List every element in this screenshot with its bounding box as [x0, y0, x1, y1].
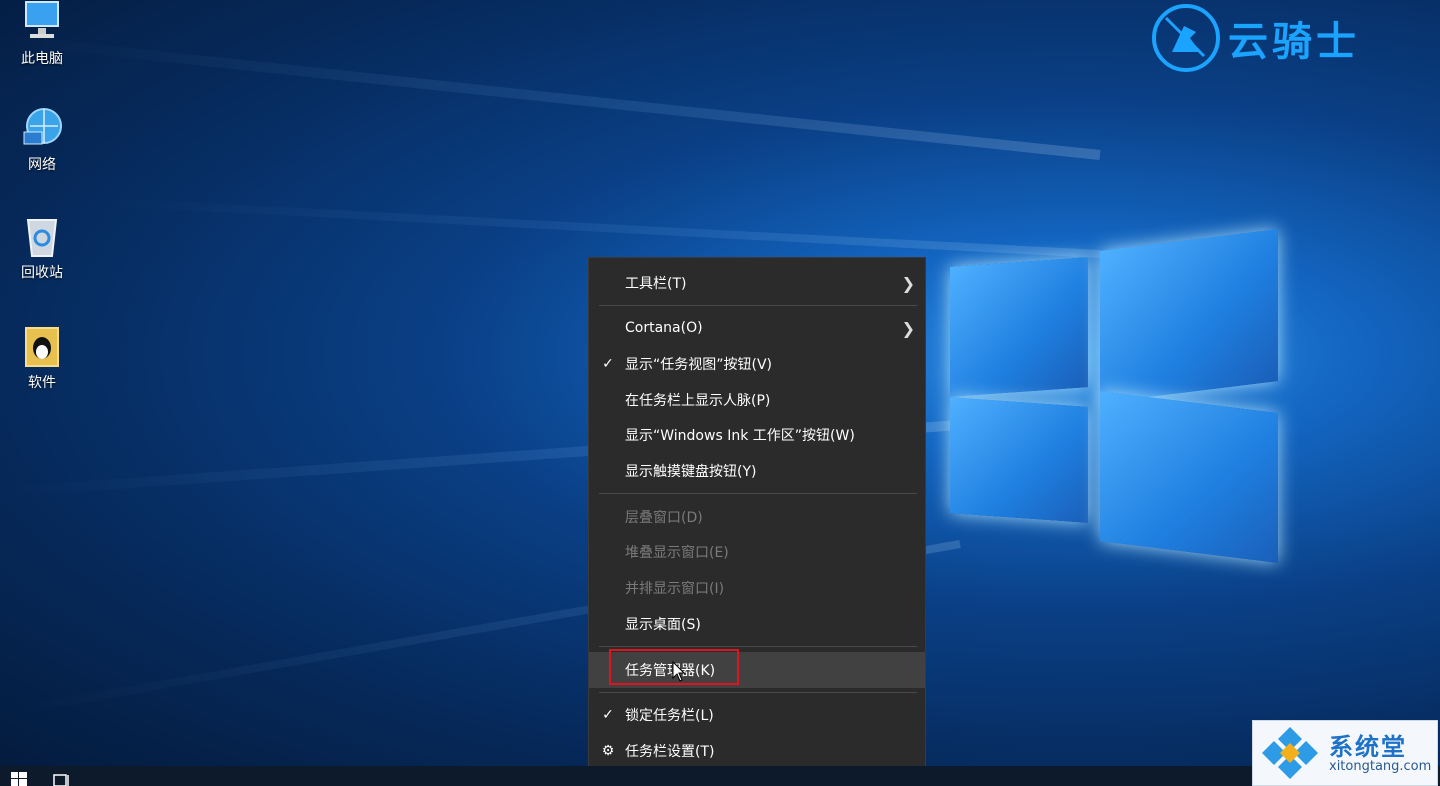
menu-item-label: 锁定任务栏(L): [625, 708, 714, 724]
checkmark-icon: ✓: [602, 356, 614, 372]
desktop-icon-recycle-bin[interactable]: 回收站: [7, 214, 77, 282]
menu-separator: [599, 305, 917, 306]
knight-logo-icon: [1152, 4, 1220, 72]
site-watermark: 系统堂 xitongtang.com: [1252, 720, 1438, 786]
menu-item-side-by-side-windows: 并排显示窗口(I): [589, 571, 925, 605]
light-ray: [5, 35, 1101, 160]
menu-item-label: 层叠窗口(D): [625, 510, 703, 526]
software-folder-icon: [20, 324, 64, 368]
task-view-icon[interactable]: [52, 772, 70, 786]
menu-item-label: 在任务栏上显示人脉(P): [625, 393, 771, 409]
menu-item-label: 显示桌面(S): [625, 617, 701, 633]
menu-item-show-touch-keyboard[interactable]: 显示触摸键盘按钮(Y): [589, 454, 925, 488]
menu-separator: [599, 493, 917, 494]
desktop-icon-network[interactable]: 网络: [7, 106, 77, 174]
watermark-url: xitongtang.com: [1329, 759, 1432, 774]
recycle-bin-icon: [20, 214, 64, 258]
menu-item-show-windows-ink[interactable]: 显示“Windows Ink 工作区”按钮(W): [589, 418, 925, 452]
windows-logo-pane: [950, 257, 1088, 397]
taskbar-context-menu: 工具栏(T) ❯ Cortana(O) ❯ ✓ 显示“任务视图”按钮(V) 在任…: [588, 257, 926, 774]
chevron-right-icon: ❯: [901, 273, 915, 293]
menu-item-lock-taskbar[interactable]: ✓ 锁定任务栏(L): [589, 698, 925, 732]
menu-item-label: Cortana(O): [625, 320, 703, 336]
checkmark-icon: ✓: [602, 707, 614, 723]
menu-item-label: 显示“Windows Ink 工作区”按钮(W): [625, 428, 855, 444]
network-globe-icon: [20, 106, 64, 150]
desktop-icon-this-pc[interactable]: 此电脑: [7, 0, 77, 68]
desktop-icon-label: 回收站: [21, 265, 63, 281]
diamond-logo-icon: [1262, 727, 1318, 779]
menu-item-label: 任务栏设置(T): [625, 744, 715, 760]
desktop-icon-software[interactable]: 软件: [7, 324, 77, 392]
desktop-icon-label: 网络: [28, 157, 56, 173]
menu-item-show-people[interactable]: 在任务栏上显示人脉(P): [589, 383, 925, 417]
brand-name: 云骑士: [1228, 19, 1360, 65]
menu-item-label: 堆叠显示窗口(E): [625, 545, 729, 561]
brand-logo: 云骑士: [1152, 2, 1360, 74]
taskbar: [0, 766, 1440, 786]
watermark-name: 系统堂: [1329, 733, 1407, 761]
desktop-icon-label: 软件: [28, 375, 56, 391]
menu-separator: [599, 692, 917, 693]
menu-separator: [599, 646, 917, 647]
menu-item-taskbar-settings[interactable]: ⚙ 任务栏设置(T): [589, 734, 925, 768]
menu-item-label: 工具栏(T): [625, 276, 687, 292]
windows-logo-pane: [1100, 229, 1278, 403]
menu-item-show-task-view[interactable]: ✓ 显示“任务视图”按钮(V): [589, 347, 925, 381]
desktop-icon-label: 此电脑: [21, 51, 63, 67]
menu-item-cortana[interactable]: Cortana(O) ❯: [589, 311, 925, 345]
menu-item-stack-windows: 堆叠显示窗口(E): [589, 535, 925, 569]
menu-item-label: 并排显示窗口(I): [625, 581, 725, 597]
menu-item-cascade-windows: 层叠窗口(D): [589, 500, 925, 534]
menu-item-label: 显示触摸键盘按钮(Y): [625, 464, 757, 480]
menu-item-toolbars[interactable]: 工具栏(T) ❯: [589, 266, 925, 300]
menu-item-label: 显示“任务视图”按钮(V): [625, 357, 773, 373]
windows-logo-pane: [950, 397, 1088, 523]
menu-item-show-desktop[interactable]: 显示桌面(S): [589, 607, 925, 641]
windows-start-icon[interactable]: [11, 772, 27, 786]
light-ray: [101, 197, 1101, 258]
windows-logo-pane: [1100, 391, 1278, 563]
computer-icon: [20, 0, 64, 44]
mouse-cursor-icon: [672, 661, 686, 682]
gear-icon: ⚙: [601, 743, 615, 759]
chevron-right-icon: ❯: [901, 318, 915, 338]
